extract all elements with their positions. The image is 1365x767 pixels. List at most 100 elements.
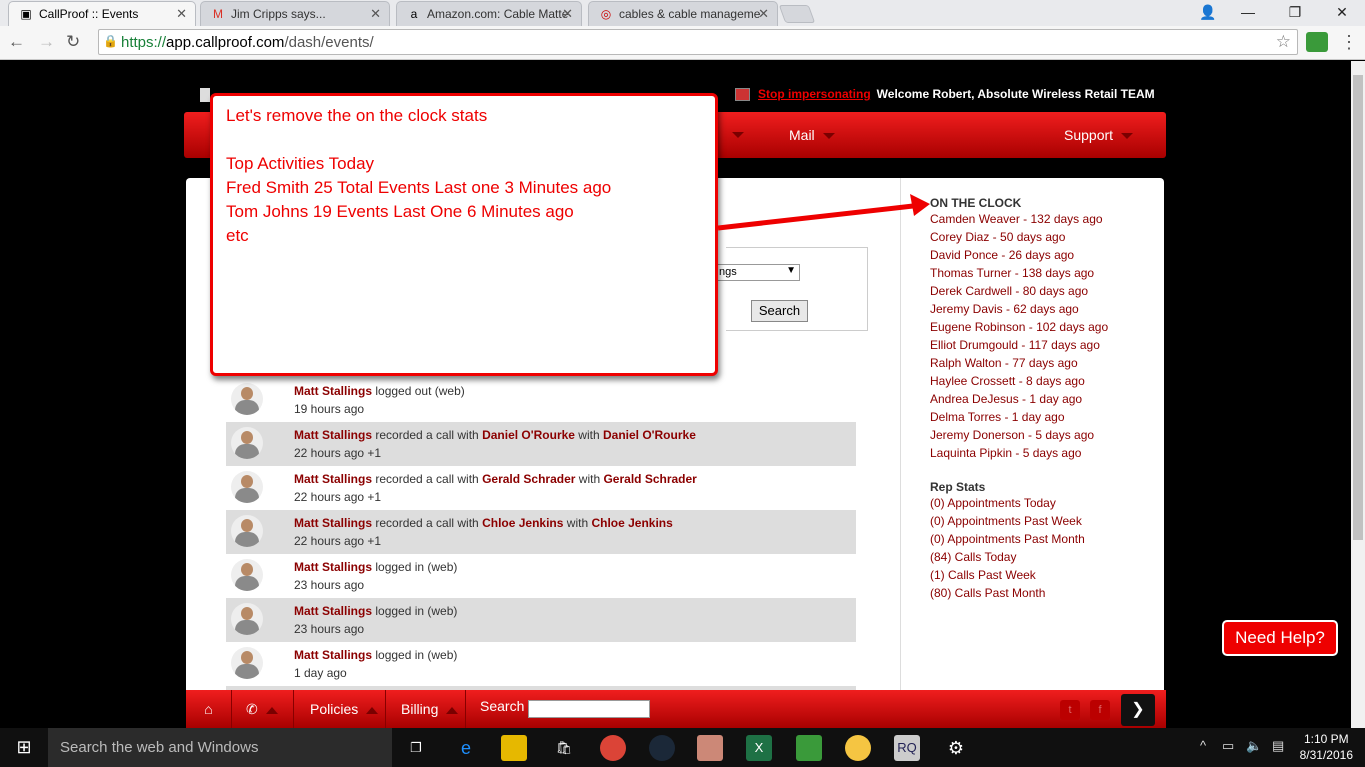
on-the-clock-item[interactable]: Delma Torres - 1 day ago — [930, 408, 1164, 426]
reload-icon[interactable]: ↻ — [66, 32, 80, 52]
tray-chevron-icon[interactable]: ^ — [1200, 738, 1206, 753]
feed-user-link[interactable]: Matt Stallings — [294, 604, 372, 618]
weather-icon[interactable] — [845, 735, 871, 761]
chrome-icon[interactable] — [600, 735, 626, 761]
phone-icon[interactable]: ✆ — [232, 690, 294, 728]
feed-user-link[interactable]: Matt Stallings — [294, 560, 372, 574]
nav-mail[interactable]: Mail — [789, 127, 835, 143]
feed-user-link[interactable]: Matt Stallings — [294, 384, 372, 398]
edge-icon[interactable]: e — [453, 735, 479, 761]
filter-select[interactable]: ngs ▼ — [716, 264, 800, 281]
bookmark-star-icon[interactable]: ☆ — [1276, 32, 1291, 52]
tab-close-icon[interactable]: ✕ — [370, 6, 381, 22]
tab-close-icon[interactable]: ✕ — [176, 6, 187, 22]
twitter-icon[interactable]: t — [1060, 700, 1080, 720]
footer-policies[interactable]: Policies — [294, 690, 386, 728]
close-window-button[interactable]: ✕ — [1322, 0, 1362, 24]
browser-tab[interactable]: ◎ cables & cable manageme ✕ — [588, 1, 778, 26]
on-the-clock-item[interactable]: Haylee Crossett - 8 days ago — [930, 372, 1164, 390]
tab-close-icon[interactable]: ✕ — [758, 6, 769, 22]
on-the-clock-item[interactable]: Derek Cardwell - 80 days ago — [930, 282, 1164, 300]
facebook-icon[interactable]: f — [1090, 700, 1110, 720]
on-the-clock-list: Camden Weaver - 132 days ago Corey Diaz -… — [930, 210, 1164, 462]
on-the-clock-item[interactable]: Thomas Turner - 138 days ago — [930, 264, 1164, 282]
minimize-button[interactable]: — — [1228, 0, 1268, 24]
rep-stat-item[interactable]: (0) Appointments Today — [930, 494, 1164, 512]
home-icon[interactable]: ⌂ — [186, 690, 232, 728]
footer-search-input[interactable] — [528, 700, 650, 718]
on-the-clock-item[interactable]: Corey Diaz - 50 days ago — [930, 228, 1164, 246]
on-the-clock-item[interactable]: Ralph Walton - 77 days ago — [930, 354, 1164, 372]
new-tab-button[interactable] — [778, 5, 816, 23]
on-the-clock-item[interactable]: Laquinta Pipkin - 5 days ago — [930, 444, 1164, 462]
extension-icon[interactable] — [1306, 32, 1328, 52]
extension-app-icon[interactable] — [796, 735, 822, 761]
profile-icon[interactable]: 👤 — [1188, 0, 1228, 24]
app-icon[interactable] — [697, 735, 723, 761]
settings-gear-icon[interactable]: ⚙ — [943, 735, 969, 761]
menu-icon[interactable]: ⋮ — [1340, 32, 1358, 53]
lock-icon: 🔒 — [103, 34, 118, 48]
taskbar-clock[interactable]: 1:10 PM 8/31/2016 — [1300, 731, 1353, 763]
feed-user-link[interactable]: Matt Stallings — [294, 428, 372, 442]
rep-stat-item[interactable]: (80) Calls Past Month — [930, 584, 1164, 602]
store-icon[interactable]: 🛍 — [551, 735, 577, 761]
excel-icon[interactable]: X — [746, 735, 772, 761]
nav-dropdown-caret[interactable] — [732, 132, 744, 138]
file-explorer-icon[interactable] — [501, 735, 527, 761]
back-icon[interactable]: ← — [8, 32, 25, 52]
need-help-button[interactable]: Need Help? — [1222, 620, 1338, 656]
on-the-clock-item[interactable]: Jeremy Davis - 62 days ago — [930, 300, 1164, 318]
browser-toolbar: ← → ↻ 🔒 https://app.callproof.com/dash/e… — [0, 26, 1365, 60]
url-path: /dash/events/ — [284, 34, 374, 51]
feed-company-link[interactable]: Daniel O'Rourke — [603, 428, 696, 442]
rep-stat-item[interactable]: (0) Appointments Past Month — [930, 530, 1164, 548]
feed-user-link[interactable]: Matt Stallings — [294, 472, 372, 486]
steam-icon[interactable] — [649, 735, 675, 761]
rq-icon[interactable]: RQ — [894, 735, 920, 761]
chevron-down-icon[interactable]: ❯ — [1121, 694, 1155, 726]
search-button[interactable]: Search — [751, 300, 808, 322]
notification-icon[interactable]: ▤ — [1272, 738, 1284, 754]
on-the-clock-item[interactable]: David Ponce - 26 days ago — [930, 246, 1164, 264]
feed-company-link[interactable]: Chloe Jenkins — [591, 516, 672, 530]
feed-user-link[interactable]: Matt Stallings — [294, 648, 372, 662]
on-the-clock-item[interactable]: Eugene Robinson - 102 days ago — [930, 318, 1164, 336]
feed-action: recorded a call with — [372, 472, 483, 486]
welcome-text: Welcome Robert, Absolute Wireless Retail… — [876, 87, 1155, 101]
browser-tab[interactable]: ▣ CallProof :: Events ✕ — [8, 1, 196, 26]
nav-support[interactable]: Support — [1064, 127, 1134, 143]
on-the-clock-item[interactable]: Camden Weaver - 132 days ago — [930, 210, 1164, 228]
feed-action: logged out (web) — [372, 384, 465, 398]
rep-stat-item[interactable]: (84) Calls Today — [930, 548, 1164, 566]
feed-contact-link[interactable]: Chloe Jenkins — [482, 516, 563, 530]
rep-stat-item[interactable]: (1) Calls Past Week — [930, 566, 1164, 584]
volume-icon[interactable]: 🔈 — [1246, 738, 1262, 754]
taskbar-search[interactable]: Search the web and Windows — [48, 728, 392, 767]
address-bar[interactable]: 🔒 https://app.callproof.com/dash/events/… — [98, 29, 1298, 55]
rep-stat-item[interactable]: (0) Appointments Past Week — [930, 512, 1164, 530]
feed-company-link[interactable]: Gerald Schrader — [603, 472, 696, 486]
on-the-clock-item[interactable]: Elliot Drumgould - 117 days ago — [930, 336, 1164, 354]
windows-start-icon[interactable]: ⊞ — [0, 728, 48, 767]
feed-user-link[interactable]: Matt Stallings — [294, 516, 372, 530]
task-view-icon[interactable]: ❐ — [403, 735, 429, 761]
page-scrollbar[interactable] — [1351, 61, 1365, 728]
feed-contact-link[interactable]: Daniel O'Rourke — [482, 428, 575, 442]
tab-title: cables & cable manageme — [619, 7, 761, 21]
feed-contact-link[interactable]: Gerald Schrader — [482, 472, 575, 486]
restore-button[interactable]: ❐ — [1275, 0, 1315, 24]
on-the-clock-item[interactable]: Jeremy Donerson - 5 days ago — [930, 426, 1164, 444]
browser-tab[interactable]: a Amazon.com: Cable Matte ✕ — [396, 1, 582, 26]
on-the-clock-item[interactable]: Andrea DeJesus - 1 day ago — [930, 390, 1164, 408]
avatar — [231, 383, 263, 415]
footer-billing[interactable]: Billing — [386, 690, 466, 728]
stop-impersonating-link[interactable]: Stop impersonating — [758, 87, 871, 101]
browser-tab[interactable]: M Jim Cripps says... ✕ — [200, 1, 390, 26]
forward-icon[interactable]: → — [38, 32, 55, 52]
tab-close-icon[interactable]: ✕ — [562, 6, 573, 22]
windows-taskbar: ⊞ Search the web and Windows ❐ e 🛍 X RQ … — [0, 728, 1365, 767]
tab-favicon-icon: a — [410, 7, 418, 21]
network-icon[interactable]: ▭ — [1222, 738, 1234, 754]
feed-time: 23 hours ago — [294, 622, 365, 636]
